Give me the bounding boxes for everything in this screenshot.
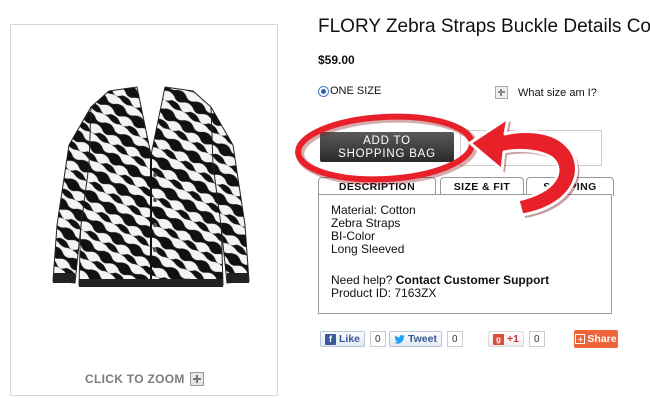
size-help-link[interactable]: What size am I? [495, 86, 597, 99]
contact-support-link[interactable]: Contact Customer Support [396, 273, 549, 287]
gplus-count: 0 [528, 331, 545, 347]
help-prefix: Need help? [331, 273, 393, 287]
like-label: Like [339, 333, 361, 345]
zoom-label: CLICK TO ZOOM [85, 372, 185, 386]
click-to-zoom[interactable]: CLICK TO ZOOM [85, 372, 204, 386]
share-button[interactable]: + Share [574, 330, 618, 348]
add-to-bag-line2: SHOPPING BAG [338, 148, 436, 160]
description-line: Long Sleeved [331, 242, 405, 256]
google-plus-button[interactable]: g +1 [488, 331, 524, 347]
facebook-like-group: f Like 0 [320, 330, 386, 348]
share-label: Share [587, 333, 617, 345]
size-help-label: What size am I? [518, 86, 597, 99]
like-count: 0 [370, 331, 386, 347]
product-price: $59.00 [318, 53, 355, 67]
product-id-value: 7163ZX [394, 286, 437, 300]
twitter-tweet-group: Tweet 0 [389, 330, 463, 348]
product-title: FLORY Zebra Straps Buckle Details Coat [318, 16, 650, 37]
facebook-icon: f [325, 333, 336, 345]
description-panel: Material: Cotton Zebra Straps BI-Color L… [318, 194, 612, 314]
google-plus-icon: g [493, 333, 504, 345]
size-option[interactable]: ONE SIZE [318, 85, 381, 97]
zebra-cardigan-image[interactable] [51, 85, 251, 295]
size-help-plus-icon[interactable] [495, 86, 508, 99]
tweet-label: Tweet [408, 333, 437, 345]
product-id-line: Product ID: 7163ZX [331, 287, 599, 300]
size-option-label: ONE SIZE [330, 85, 382, 97]
share-icon: + [575, 334, 586, 344]
facebook-like-button[interactable]: f Like [320, 331, 366, 347]
gplus-label: +1 [507, 333, 519, 345]
radio-selected-icon[interactable] [318, 85, 329, 97]
google-plus-group: g +1 0 [488, 330, 545, 348]
add-to-bag-button[interactable]: ADD TO SHOPPING BAG [320, 132, 454, 162]
twitter-icon [394, 334, 405, 344]
add-to-bag-line1: ADD TO [363, 135, 411, 147]
tweet-button[interactable]: Tweet [389, 331, 442, 347]
tweet-count: 0 [446, 331, 463, 347]
purchase-box [460, 130, 602, 166]
product-id-label: Product ID: [331, 286, 392, 300]
zoom-plus-icon[interactable] [189, 372, 204, 386]
product-image-panel[interactable]: CLICK TO ZOOM [10, 24, 278, 396]
